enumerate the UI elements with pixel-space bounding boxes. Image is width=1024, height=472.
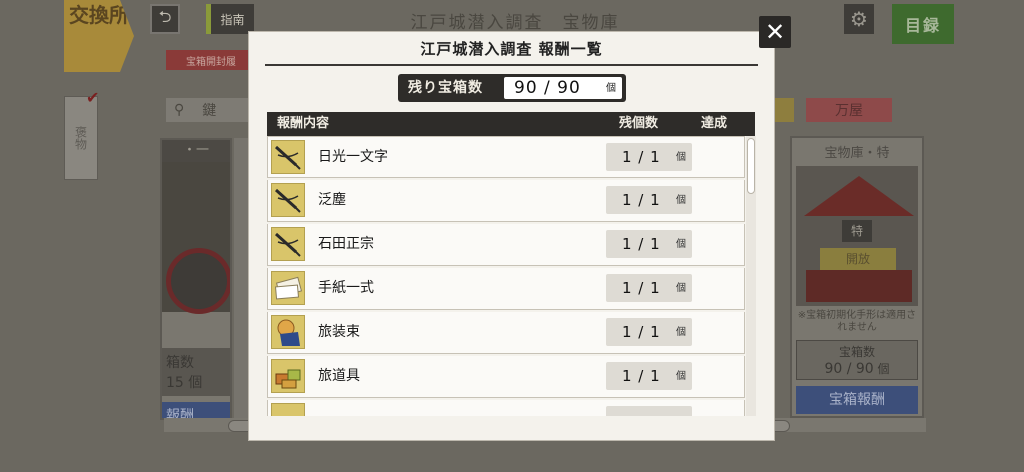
- reward-name: 旅道具: [318, 368, 360, 384]
- hint-button[interactable]: 指南: [206, 4, 254, 34]
- treasury-card-left: ・一 箱数 15 個 報酬: [160, 138, 232, 420]
- chest-history-tag[interactable]: 宝箱開封履: [166, 50, 256, 70]
- card-header: 宝物庫・特: [824, 146, 890, 161]
- catalog-button[interactable]: 目録: [892, 4, 954, 44]
- card-note: ※宝箱初期化手形は適用されません: [797, 310, 917, 333]
- count-unit: 個: [676, 327, 686, 338]
- remaining-count: 1 / 1 個: [606, 143, 692, 171]
- column-content: 報酬内容: [277, 116, 330, 131]
- list-item[interactable]: 旅道具 1 / 1 個: [267, 356, 745, 398]
- screen-title: 江戸城潜入調査 宝物庫: [410, 13, 620, 33]
- list-item[interactable]: 泛塵 1 / 1 個: [267, 180, 745, 222]
- shop-tab[interactable]: 万屋: [806, 98, 892, 122]
- settings-button[interactable]: ⚙: [844, 4, 874, 34]
- reward-name: 手紙一式: [318, 280, 374, 296]
- card-count-value: 90 / 90: [824, 361, 874, 377]
- letter-icon: [271, 271, 305, 305]
- open-sign: 開放: [820, 248, 896, 270]
- storehouse-body: [806, 270, 912, 302]
- sword-icon: [271, 140, 305, 174]
- remaining-count: 1 / 1 個: [606, 318, 692, 346]
- gear-icon: ⚙: [850, 7, 868, 31]
- card-count-label: 箱数: [166, 355, 194, 371]
- column-achieved: 達成: [701, 116, 728, 131]
- count-unit: 個: [676, 152, 686, 163]
- reward-name: 旅装束: [318, 324, 360, 340]
- remaining-count: 1 / 1 個: [606, 186, 692, 214]
- close-icon: ✕: [764, 18, 786, 46]
- back-arrow-icon: ⮌: [158, 6, 172, 26]
- outfit-icon: [271, 315, 305, 349]
- list-item[interactable]: 日光一文字 1 / 1 個: [267, 136, 745, 178]
- remaining-count: 1 / 1 個: [606, 362, 692, 390]
- list-item[interactable]: [267, 400, 745, 416]
- count-unit: 個: [676, 371, 686, 382]
- card-count: 宝箱数 90 / 90 個: [796, 340, 918, 380]
- key-icon: ⚲: [174, 102, 185, 118]
- treasury-card-special: 宝物庫・特 特 開放 ※宝箱初期化手形は適用されません 宝箱数 90 / 90 …: [790, 136, 924, 418]
- card-count: 箱数 15 個: [162, 348, 230, 396]
- list-scroll-thumb[interactable]: [747, 138, 755, 194]
- list-item[interactable]: 旅装束 1 / 1 個: [267, 312, 745, 354]
- remaining-count: 1 / 1 個: [606, 274, 692, 302]
- remaining-chests-counter: 残り宝箱数 90 / 90 個: [398, 74, 626, 102]
- back-button[interactable]: ⮌: [150, 4, 180, 34]
- sword-icon: [271, 227, 305, 261]
- count-unit: 個: [676, 239, 686, 250]
- count-unit: 個: [676, 283, 686, 294]
- count-value: 1 / 1: [622, 279, 661, 297]
- close-button[interactable]: ✕: [759, 16, 791, 48]
- counter-box: 90 / 90 個: [504, 77, 622, 99]
- reward-name: 日光一文字: [318, 149, 388, 165]
- card-header: ・一: [162, 140, 230, 162]
- list-item[interactable]: 石田正宗 1 / 1 個: [267, 224, 745, 266]
- counter-label: 残り宝箱数: [408, 80, 483, 96]
- reward-list-dialog: 江戸城潜入調査 報酬一覧 残り宝箱数 90 / 90 個 報酬内容 残個数 達成…: [249, 32, 774, 440]
- counter-unit: 個: [606, 83, 616, 94]
- count-value: 1 / 1: [622, 367, 661, 385]
- tools-icon: [271, 359, 305, 393]
- card-scene: [162, 162, 230, 314]
- special-sign: 特: [842, 220, 872, 242]
- key-bar[interactable]: ⚲ 鍵: [166, 98, 250, 122]
- roof-shape: [804, 176, 914, 216]
- list-item[interactable]: 手紙一式 1 / 1 個: [267, 268, 745, 310]
- reward-name: 石田正宗: [318, 236, 374, 252]
- key-label: 鍵: [202, 103, 217, 119]
- dialog-title: 江戸城潜入調査 報酬一覧: [420, 40, 603, 58]
- reward-name: 泛塵: [318, 192, 346, 208]
- count-value: 1 / 1: [622, 235, 661, 253]
- card-scene: 特 開放: [796, 166, 918, 306]
- card-count-unit: 個: [877, 362, 890, 376]
- title-divider: [265, 64, 758, 66]
- sword-icon: [271, 183, 305, 217]
- chest-reward-button[interactable]: 宝箱報酬: [796, 386, 918, 414]
- tab-yellow[interactable]: [774, 98, 794, 122]
- check-icon: ✔: [86, 88, 100, 107]
- table-header: 報酬内容 残個数 達成: [267, 112, 755, 136]
- side-tab[interactable]: 褒物: [64, 96, 98, 180]
- count-unit: 個: [676, 195, 686, 206]
- card-count-unit: 個: [188, 375, 203, 391]
- remaining-count: [606, 406, 692, 416]
- reward-list[interactable]: 日光一文字 1 / 1 個 泛塵 1 / 1 個 石田正宗 1 / 1 個 手紙一式 …: [267, 136, 745, 416]
- remaining-count: 1 / 1 個: [606, 230, 692, 258]
- count-value: 1 / 1: [622, 323, 661, 341]
- crest-icon: [166, 248, 230, 314]
- count-value: 1 / 1: [622, 191, 661, 209]
- count-value: 1 / 1: [622, 148, 661, 166]
- card-count-value: 15: [166, 375, 184, 391]
- exchange-banner[interactable]: 交換所: [64, 0, 134, 72]
- item-icon: [271, 403, 305, 416]
- column-remaining: 残個数: [619, 116, 659, 131]
- counter-value: 90 / 90: [514, 78, 581, 98]
- card-count-label: 宝箱数: [838, 345, 875, 359]
